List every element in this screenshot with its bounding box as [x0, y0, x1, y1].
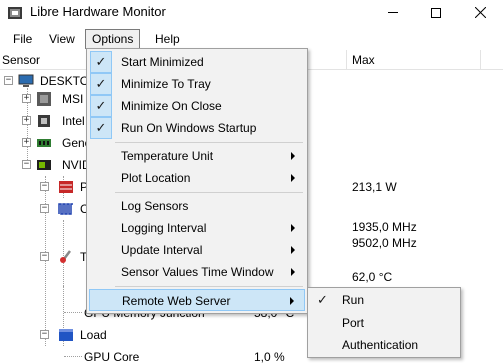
check-icon: ✓ [90, 95, 112, 117]
submenu-arrow-icon [291, 246, 295, 254]
expand-icon[interactable]: + [22, 138, 31, 147]
gpu-icon [37, 160, 51, 170]
menu-separator [115, 142, 303, 143]
menu-view[interactable]: View [43, 29, 81, 49]
motherboard-icon [37, 92, 51, 106]
collapse-icon[interactable]: − [40, 182, 49, 191]
tree-label-group: Load [80, 328, 107, 342]
collapse-icon[interactable]: − [40, 330, 49, 339]
computer-icon [18, 74, 34, 87]
menu-file[interactable]: File [7, 29, 38, 49]
submenu-item-run[interactable]: ✓ Run [310, 289, 458, 311]
load-icon [59, 329, 73, 341]
menu-item-minimize-on-close[interactable]: ✓ Minimize On Close [89, 95, 305, 117]
collapse-icon[interactable]: − [40, 252, 49, 261]
menu-help[interactable]: Help [149, 29, 186, 49]
submenu-arrow-icon [291, 174, 295, 182]
submenu-arrow-icon [290, 297, 294, 305]
menu-item-minimize-to-tray[interactable]: ✓ Minimize To Tray [89, 73, 305, 95]
menu-item-label: Authentication [342, 338, 419, 352]
menu-item-label: Port [342, 316, 365, 330]
menu-item-label: Sensor Values Time Window [121, 265, 274, 279]
sensor-value: 1,0 % [254, 350, 285, 363]
menu-item-plot-location[interactable]: Plot Location [89, 167, 305, 189]
collapse-icon[interactable]: − [40, 204, 49, 213]
max-value: 213,1 W [352, 180, 397, 194]
submenu-item-port[interactable]: Port [310, 312, 458, 334]
submenu-item-authentication[interactable]: Authentication [310, 334, 458, 356]
check-icon: ✓ [90, 117, 112, 139]
column-separator[interactable] [480, 50, 481, 70]
remote-web-server-submenu: ✓ Run Port Authentication [307, 287, 461, 358]
check-icon: ✓ [90, 51, 112, 73]
tree-label-hardware: MSI [62, 92, 84, 106]
minimize-button[interactable] [373, 0, 413, 25]
menu-item-start-minimized[interactable]: ✓ Start Minimized [89, 51, 305, 73]
submenu-arrow-icon [291, 152, 295, 160]
options-menu: ✓ Start Minimized ✓ Minimize To Tray ✓ M… [86, 48, 308, 314]
tree-row-sensor-group[interactable]: − Load [0, 324, 350, 346]
expand-icon[interactable]: + [22, 94, 31, 103]
menu-item-logging-interval[interactable]: Logging Interval [89, 217, 305, 239]
maximize-button[interactable] [416, 0, 456, 25]
check-icon: ✓ [317, 292, 328, 307]
menu-item-label: Run [342, 293, 365, 307]
menu-item-label: Temperature Unit [121, 149, 214, 163]
expand-icon[interactable]: + [22, 116, 31, 125]
sensor-label: GPU Core [84, 350, 140, 363]
menu-bar: File View Options Help [0, 29, 503, 49]
max-value: 9502,0 MHz [352, 236, 417, 250]
submenu-arrow-icon [291, 224, 295, 232]
menu-item-label: Update Interval [121, 243, 203, 257]
memory-icon [37, 139, 51, 147]
title-bar: Libre Hardware Monitor [0, 0, 503, 25]
column-header-max[interactable]: Max [352, 53, 375, 67]
column-header-sensor[interactable]: Sensor [2, 53, 40, 67]
menu-separator [115, 192, 303, 193]
menu-item-remote-web-server[interactable]: Remote Web Server [89, 289, 305, 311]
menu-item-label: Logging Interval [121, 221, 207, 235]
app-icon [8, 7, 22, 19]
minimize-icon [388, 12, 398, 13]
menu-item-update-interval[interactable]: Update Interval [89, 239, 305, 261]
menu-item-sensor-values-time-window[interactable]: Sensor Values Time Window [89, 261, 305, 283]
tree-label-hardware: Intel [62, 114, 85, 128]
menu-item-run-on-startup[interactable]: ✓ Run On Windows Startup [89, 117, 305, 139]
menu-item-label: Log Sensors [121, 199, 189, 213]
menu-item-log-sensors[interactable]: Log Sensors [89, 195, 305, 217]
close-icon [474, 7, 486, 18]
menu-item-label: Plot Location [121, 171, 191, 185]
collapse-icon[interactable]: − [4, 76, 13, 85]
window-title: Libre Hardware Monitor [30, 4, 166, 19]
maximize-icon [431, 7, 441, 18]
menu-item-label: Start Minimized [121, 55, 204, 69]
menu-item-label: Remote Web Server [122, 294, 231, 308]
menu-item-label: Minimize To Tray [121, 77, 211, 91]
cpu-icon [38, 115, 50, 127]
menu-item-temperature-unit[interactable]: Temperature Unit [89, 145, 305, 167]
submenu-arrow-icon [291, 268, 295, 276]
tree-row-sensor[interactable]: GPU Core 1,0 % [0, 346, 350, 363]
close-button[interactable] [460, 0, 500, 25]
thermometer-icon [60, 250, 71, 263]
menu-item-label: Run On Windows Startup [121, 121, 257, 135]
max-value: 1935,0 MHz [352, 220, 417, 234]
menu-separator [115, 286, 303, 287]
power-icon [59, 181, 73, 193]
max-value: 62,0 °C [352, 270, 393, 284]
clock-icon [58, 203, 73, 215]
collapse-icon[interactable]: − [22, 160, 31, 169]
column-separator[interactable] [346, 50, 347, 70]
check-icon: ✓ [90, 73, 112, 95]
menu-options[interactable]: Options [85, 29, 141, 49]
menu-item-label: Minimize On Close [121, 99, 222, 113]
